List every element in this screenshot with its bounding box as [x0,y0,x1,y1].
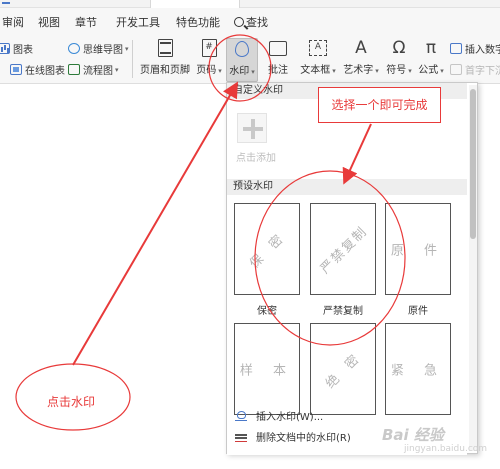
callout-box: 选择一个即可完成 [318,87,441,123]
insert-number-button[interactable]: 插入数字 [450,41,500,56]
flowchart-button[interactable]: 流程图 ▾ [68,62,119,77]
drop-cap-button[interactable]: 首字下沉 [450,62,500,77]
formula-button[interactable]: π 公式 ▾ [416,38,446,82]
preset-watermark-no-copy[interactable]: 严禁复制 [310,203,376,295]
ribbon-toolbar: 图表 思维导图 ▾ 在线图表 流程图 ▾ 页眉和页脚 # 页码 ▾ 水印 ▾ 批注 A … [0,34,500,84]
click-hint-label: 点击水印 [47,395,96,409]
page-number-button[interactable]: # 页码 ▾ [194,38,224,82]
ribbon-divider [132,40,133,78]
preset-label-original: 原件 [408,306,428,317]
document-tab[interactable] [150,0,240,8]
watermark-preview-text: 样 本 [239,363,295,379]
menu-section[interactable]: 章节 [75,14,97,30]
textbox-icon: A [309,40,327,56]
menu-developer[interactable]: 开发工具 [116,14,160,30]
header-footer-button[interactable]: 页眉和页脚 [139,38,191,82]
menu-view[interactable]: 视图 [38,14,60,30]
watermark-preview-text: 原 件 [390,243,446,259]
mindmap-button[interactable]: 思维导图 ▾ [68,41,129,56]
symbol-icon: Ω [392,38,406,58]
insert-watermark-item[interactable]: 插入水印(W)... [235,408,323,423]
watermark-preview-text: 严禁复制 [317,223,371,277]
chevron-down-icon: ▾ [125,44,129,53]
site-watermark-logo: Bai 经验 [382,426,444,444]
chart-icon [0,43,10,54]
tab-strip [0,0,500,8]
wordart-button[interactable]: A 艺术字 ▾ [342,38,380,82]
symbol-button[interactable]: Ω 符号 ▾ [384,38,414,82]
menu-bar: 审阅 视图 章节 开发工具 特色功能 查找 [0,8,500,34]
watermark-preview-text: 紧 急 [390,363,446,379]
online-chart-button[interactable]: 在线图表 [10,62,65,77]
comment-button[interactable]: 批注 [264,38,292,82]
menu-review[interactable]: 审阅 [2,14,24,30]
insert-number-icon [450,43,462,54]
mindmap-icon [68,43,80,54]
search-icon [234,17,244,27]
online-chart-icon [10,64,22,75]
insert-watermark-icon [235,410,247,421]
click-hint-arrow [72,81,239,366]
watermark-dropdown: 自定义水印 点击添加 预设水印 保 密 严禁复制 原 件 保密 严禁复制 原件 … [226,82,478,455]
header-footer-icon [157,39,173,57]
menu-features[interactable]: 特色功能 [176,14,220,30]
watermark-preview-text: 保 密 [247,229,290,272]
preset-watermark-top-secret[interactable]: 绝 密 [310,323,376,415]
watermark-button[interactable]: 水印 ▾ [226,38,258,82]
preset-watermark-original[interactable]: 原 件 [385,203,451,295]
preset-watermark-confidential[interactable]: 保 密 [234,203,300,295]
scrollbar-thumb[interactable] [470,89,476,239]
watermark-preview-text: 绝 密 [323,349,366,392]
watermark-icon [235,41,249,57]
site-watermark-url: jingyan.baidu.com [404,444,488,454]
comment-icon [269,40,287,56]
add-watermark-label: 点击添加 [236,153,276,164]
preset-watermark-sample[interactable]: 样 本 [234,323,300,415]
page-number-icon: # [201,39,217,57]
preset-label-no-copy: 严禁复制 [323,306,363,317]
dropdown-scrollbar[interactable] [469,85,477,451]
drop-cap-icon [450,64,462,75]
textbox-button[interactable]: A 文本框 ▾ [298,38,338,82]
preset-label-confidential: 保密 [257,306,277,317]
remove-watermark-icon [235,432,247,442]
preset-watermark-header: 预设水印 [227,179,467,195]
remove-watermark-item[interactable]: 删除文档中的水印(R) [235,429,351,444]
flowchart-icon [68,64,80,75]
chevron-down-icon: ▾ [115,65,119,74]
add-watermark-button[interactable] [237,113,267,143]
wordart-icon: A [355,38,367,58]
tab-indicator [2,0,10,4]
menu-find[interactable]: 查找 [234,14,268,30]
chart-button[interactable]: 图表 [0,41,33,56]
preset-watermark-urgent[interactable]: 紧 急 [385,323,451,415]
formula-icon: π [425,38,437,58]
